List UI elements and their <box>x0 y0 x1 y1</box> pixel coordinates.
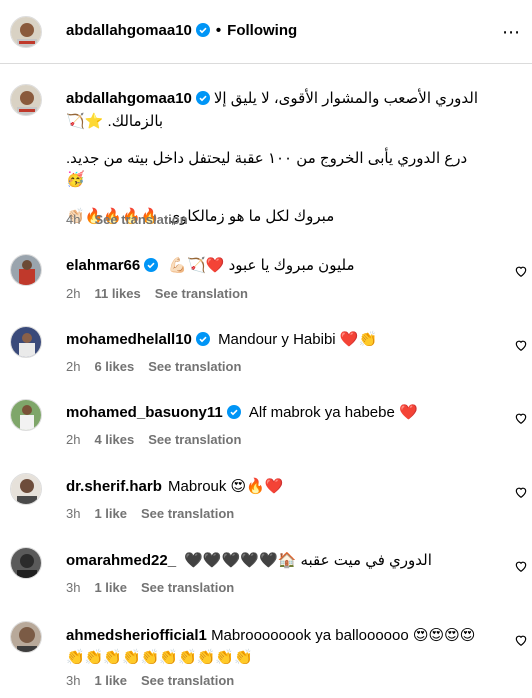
caption-avatar[interactable] <box>10 84 42 116</box>
caption-line-1: الدوري الأصعب والمشوار الأقوى، لا يليق إ… <box>213 90 478 107</box>
comment-likes[interactable]: 1 like <box>94 506 127 521</box>
comment-likes[interactable]: 4 likes <box>94 432 134 447</box>
comment-time[interactable]: 2h <box>66 432 80 447</box>
commenter-avatar[interactable] <box>10 621 42 653</box>
verified-badge-icon <box>195 90 210 111</box>
see-translation-link[interactable]: See translation <box>155 286 248 301</box>
caption-username[interactable]: abdallahgomaa10 <box>66 90 192 107</box>
post-header: abdallahgomaa10 • Following ⋯ <box>0 0 532 64</box>
like-heart-icon[interactable] <box>514 633 528 647</box>
comment-text: Mandour y Habibi ❤️👏 <box>218 331 378 348</box>
commenter-avatar[interactable] <box>10 547 42 579</box>
comment-text: مليون مبروك يا عبود ❤️🏹💪🏻 <box>168 257 355 274</box>
header-username[interactable]: abdallahgomaa10 <box>66 22 192 39</box>
caption-line-3: درع الدوري يأبى الخروج من ١٠٠ عقبة ليحتف… <box>66 150 468 188</box>
comment-username[interactable]: elahmar66 <box>66 257 140 274</box>
like-heart-icon[interactable] <box>514 411 528 425</box>
profile-avatar[interactable] <box>10 16 42 48</box>
see-translation-link[interactable]: See translation <box>148 359 241 374</box>
comment-likes[interactable]: 1 like <box>94 673 127 688</box>
comment-likes[interactable]: 11 likes <box>94 286 140 301</box>
like-heart-icon[interactable] <box>514 264 528 278</box>
comment-time[interactable]: 3h <box>66 506 80 521</box>
like-heart-icon[interactable] <box>514 338 528 352</box>
commenter-avatar[interactable] <box>10 326 42 358</box>
comment-time[interactable]: 3h <box>66 673 80 688</box>
commenter-avatar[interactable] <box>10 399 42 431</box>
see-translation-link[interactable]: See translation <box>94 212 187 227</box>
comment-likes[interactable]: 6 likes <box>94 359 134 374</box>
caption-line-2: بالزمالك. ⭐🏹 <box>66 113 164 130</box>
following-button[interactable]: Following <box>227 22 297 39</box>
comment-text: Mabroooooook ya balloooooo 😍😍😍😍 <box>211 627 476 644</box>
comment-username[interactable]: omarahmed22_ <box>66 552 176 569</box>
caption-time[interactable]: 4h <box>66 212 80 227</box>
like-heart-icon[interactable] <box>514 485 528 499</box>
comment-likes[interactable]: 1 like <box>94 580 127 595</box>
see-translation-link[interactable]: See translation <box>148 432 241 447</box>
verified-badge-icon <box>144 258 159 278</box>
see-translation-link[interactable]: See translation <box>141 506 234 521</box>
verified-badge-icon <box>195 23 210 41</box>
comment-text: الدوري في ميت عقبه 🏠🖤🖤🖤🖤🖤 <box>184 552 432 569</box>
comment-text-line-2: 👏👏👏👏👏👏👏👏👏👏 <box>66 649 253 666</box>
comment-username[interactable]: dr.sherif.harb <box>66 478 162 495</box>
like-heart-icon[interactable] <box>514 559 528 573</box>
commenter-avatar[interactable] <box>10 254 42 286</box>
comment-text: Mabrouk 😍🔥❤️ <box>168 478 284 495</box>
comment-time[interactable]: 2h <box>66 286 80 301</box>
see-translation-link[interactable]: See translation <box>141 580 234 595</box>
comment-time[interactable]: 3h <box>66 580 80 595</box>
see-translation-link[interactable]: See translation <box>141 673 234 688</box>
comment-username[interactable]: mohamedhelall10 <box>66 331 192 348</box>
commenter-avatar[interactable] <box>10 473 42 505</box>
comment-text: Alf mabrok ya habebe ❤️ <box>248 404 418 421</box>
verified-badge-icon <box>226 405 241 425</box>
comment-username[interactable]: mohamed_basuony11 <box>66 404 223 421</box>
comment-username[interactable]: ahmedsheriofficial1 <box>66 627 207 644</box>
verified-badge-icon <box>195 332 210 352</box>
comment-time[interactable]: 2h <box>66 359 80 374</box>
header-separator: • <box>215 22 222 39</box>
more-options-icon[interactable]: ⋯ <box>502 23 526 41</box>
